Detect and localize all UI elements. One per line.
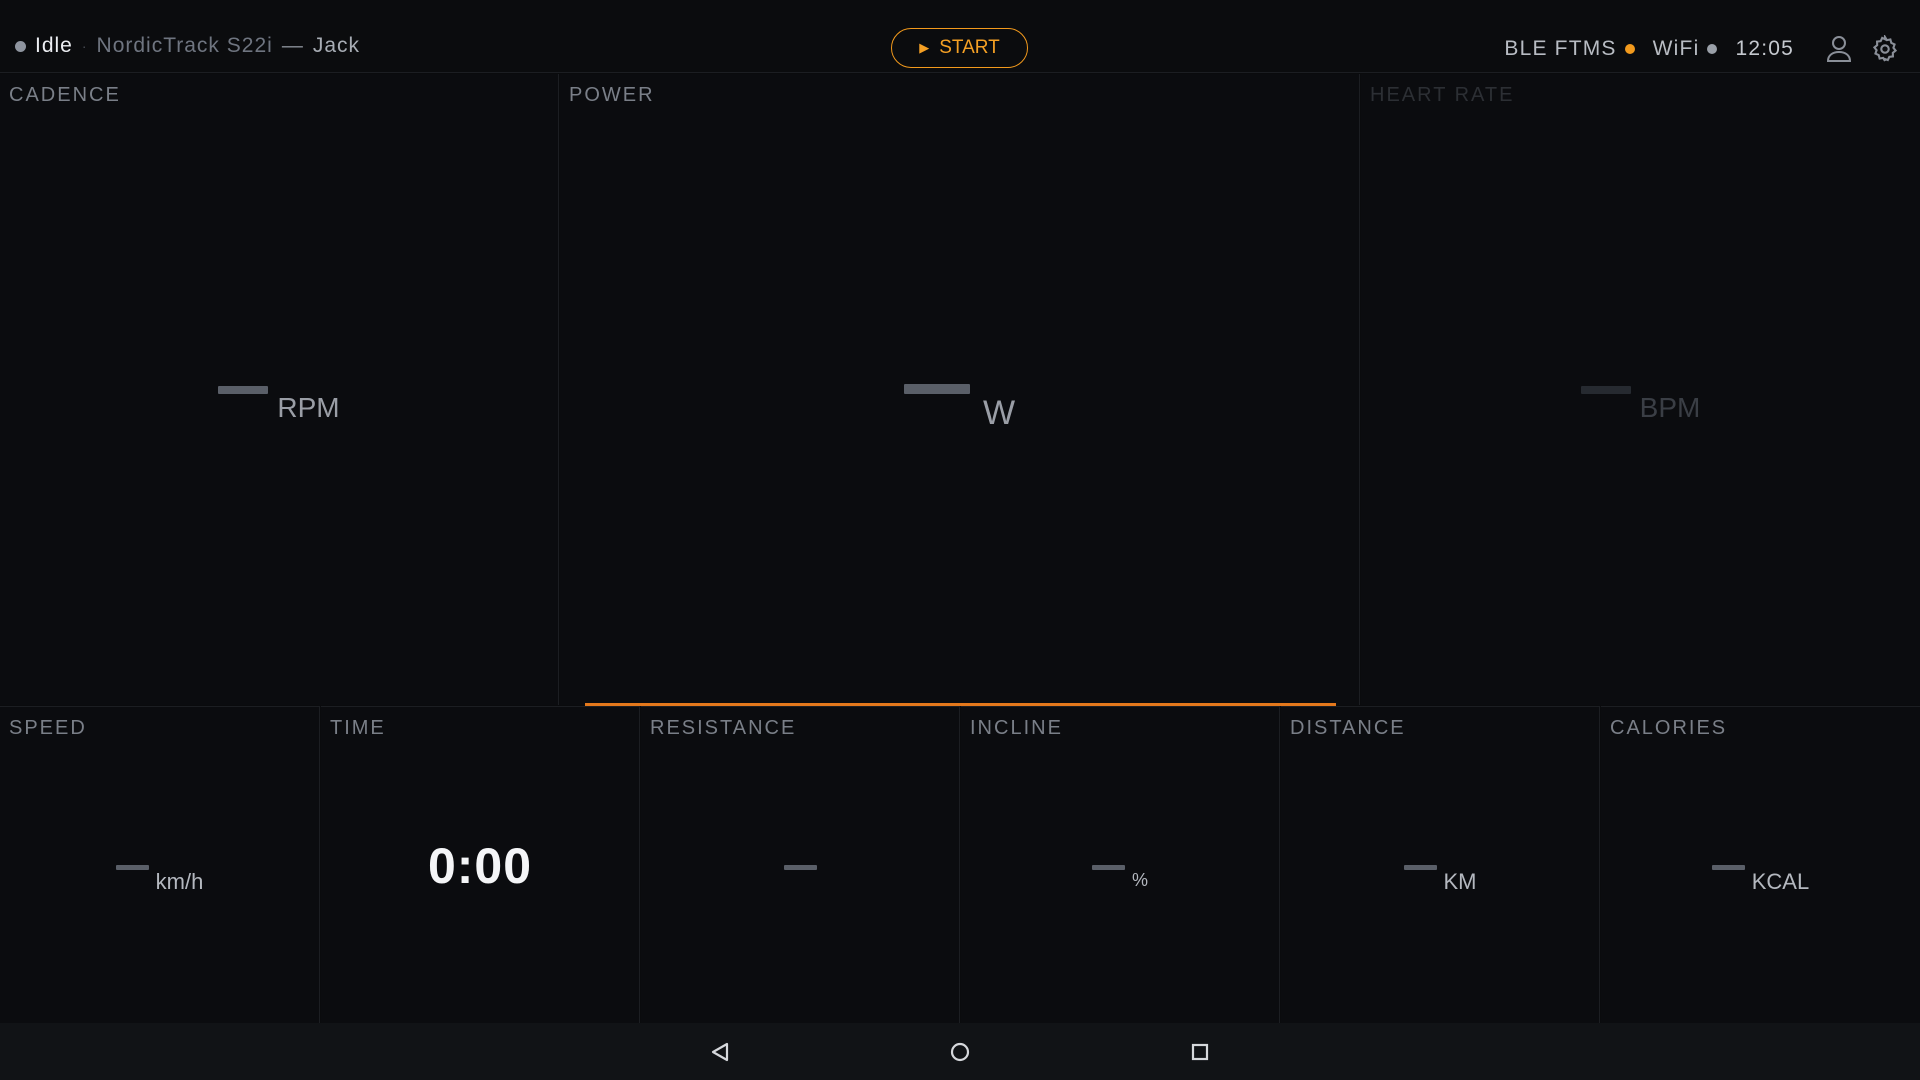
user-icon[interactable] (1822, 32, 1856, 66)
separator: · (81, 38, 88, 54)
resistance-value (641, 865, 959, 870)
empty-value-dash (1403, 865, 1437, 870)
start-button[interactable]: ▶ START (891, 28, 1028, 68)
session-status: Idle · NordicTrack S22i — Jack (15, 34, 360, 58)
distance-value: KM (1281, 865, 1599, 895)
heart-rate-panel: HEART RATE BPM (1361, 74, 1920, 705)
gear-icon[interactable] (1868, 32, 1902, 66)
recents-icon[interactable] (1185, 1037, 1215, 1067)
user-name: Jack (312, 34, 360, 57)
ble-status-dot-icon (1624, 44, 1635, 54)
incline-unit: % (1131, 870, 1148, 890)
heart-rate-label: HEART RATE (1370, 84, 1515, 106)
incline-panel: INCLINE % (961, 706, 1280, 1023)
time-label: TIME (330, 717, 386, 739)
resistance-label: RESISTANCE (650, 717, 797, 739)
calories-panel: CALORIES KCAL (1601, 706, 1920, 1023)
distance-panel: DISTANCE KM (1281, 706, 1600, 1023)
status-dot-icon (15, 40, 26, 52)
incline-label: INCLINE (970, 717, 1063, 739)
empty-value-dash (783, 865, 817, 870)
empty-value-dash (115, 865, 149, 870)
empty-value-dash (1711, 865, 1745, 870)
cadence-value: RPM (0, 386, 558, 424)
power-panel: POWER W (560, 74, 1360, 705)
back-icon[interactable] (705, 1037, 735, 1067)
calories-unit: KCAL (1751, 869, 1810, 894)
wifi-status-dot-icon (1707, 44, 1718, 54)
cadence-unit: RPM (277, 392, 340, 423)
ble-label: BLE FTMS (1504, 37, 1617, 60)
time-value-wrap: 0:00 (321, 837, 639, 895)
speed-panel: SPEED km/h (0, 706, 320, 1023)
start-label: START (939, 37, 1000, 58)
play-icon: ▶ (919, 40, 930, 55)
power-value: W (560, 384, 1359, 433)
empty-value-dash (1580, 386, 1631, 394)
wifi-label: WiFi (1652, 37, 1700, 60)
time-value: 0:00 (427, 838, 533, 894)
cadence-label: CADENCE (9, 84, 121, 106)
power-unit: W (982, 394, 1016, 432)
dash-separator: — (281, 34, 304, 57)
time-panel: TIME 0:00 (321, 706, 640, 1023)
connection-status: BLE FTMS WiFi 12:05 (1504, 32, 1902, 66)
speed-unit: km/h (155, 869, 204, 894)
distance-label: DISTANCE (1290, 717, 1406, 739)
calories-label: CALORIES (1610, 717, 1728, 739)
empty-value-dash (218, 386, 269, 394)
empty-value-dash (903, 384, 970, 394)
device-name: NordicTrack S22i (96, 34, 273, 57)
home-icon[interactable] (945, 1037, 975, 1067)
power-label: POWER (569, 84, 655, 106)
speed-label: SPEED (9, 717, 87, 739)
top-bar: Idle · NordicTrack S22i — Jack ▶ START B… (0, 0, 1920, 73)
cadence-panel: CADENCE RPM (0, 74, 559, 705)
clock: 12:05 (1735, 37, 1794, 60)
incline-value: % (961, 865, 1279, 891)
system-nav-bar (0, 1023, 1920, 1080)
status-text: Idle (35, 34, 73, 57)
resistance-panel: RESISTANCE (641, 706, 960, 1023)
speed-value: km/h (0, 865, 319, 895)
bike-dashboard: Idle · NordicTrack S22i — Jack ▶ START B… (0, 0, 1920, 1080)
empty-value-dash (1091, 865, 1125, 870)
heart-rate-value: BPM (1361, 386, 1920, 424)
distance-unit: KM (1443, 869, 1477, 894)
calories-value: KCAL (1601, 865, 1920, 895)
heart-rate-unit: BPM (1639, 392, 1701, 423)
